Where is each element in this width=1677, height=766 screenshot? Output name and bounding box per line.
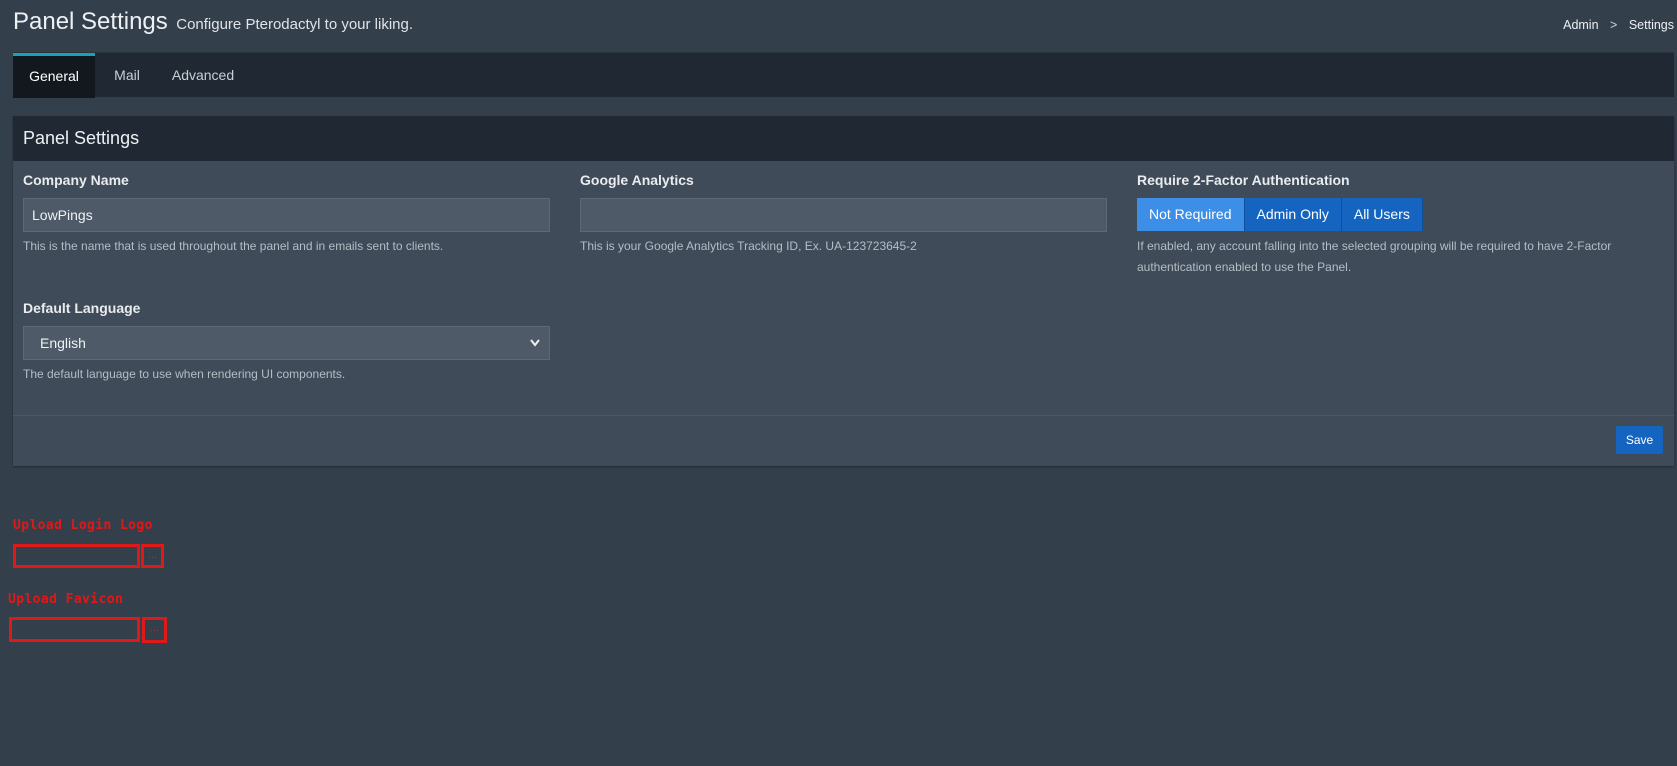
tab-mail[interactable]: Mail xyxy=(105,53,149,98)
page-header: Panel Settings Configure Pterodactyl to … xyxy=(13,8,1677,44)
settings-tabs: General Mail Advanced xyxy=(13,52,1674,98)
page-subtitle: Configure Pterodactyl to your liking. xyxy=(176,16,414,33)
company-name-label: Company Name xyxy=(23,172,129,188)
default-language-value: English xyxy=(40,335,86,351)
page-title: Panel Settings xyxy=(13,8,168,35)
default-language-help: The default language to use when renderi… xyxy=(23,367,346,381)
google-analytics-input[interactable] xyxy=(580,198,1107,232)
two-factor-label: Require 2-Factor Authentication xyxy=(1137,172,1350,188)
two-factor-help-line-1: If enabled, any account falling into the… xyxy=(1137,239,1612,253)
default-language-select[interactable]: English xyxy=(23,326,550,360)
box-title: Panel Settings xyxy=(13,116,1674,161)
save-button[interactable]: Save xyxy=(1616,426,1663,454)
tab-advanced[interactable]: Advanced xyxy=(163,53,243,98)
default-language-label: Default Language xyxy=(23,300,141,316)
upload-favicon-browse-button[interactable]: ... xyxy=(142,617,167,643)
breadcrumb-admin[interactable]: Admin xyxy=(1563,18,1598,32)
breadcrumb-separator: > xyxy=(1610,18,1618,32)
google-analytics-label: Google Analytics xyxy=(580,172,694,188)
two-factor-toggle: Not Required Admin Only All Users xyxy=(1137,198,1423,231)
panel-settings-box: Panel Settings Company Name LowPings Thi… xyxy=(13,116,1674,466)
company-name-input[interactable]: LowPings xyxy=(23,198,550,232)
two-factor-admin-only-button[interactable]: Admin Only xyxy=(1244,198,1342,231)
upload-login-logo-field[interactable] xyxy=(13,544,140,568)
chevron-down-icon xyxy=(529,327,541,371)
upload-login-logo-label: Upload Login Logo xyxy=(13,518,153,533)
two-factor-help-line-2: authentication enabled to use the Panel. xyxy=(1137,260,1352,274)
two-factor-help: If enabled, any account falling into the… xyxy=(1137,236,1611,278)
upload-login-logo-browse-button[interactable]: ... xyxy=(141,544,164,568)
company-name-group: Company Name LowPings This is the name t… xyxy=(23,172,550,253)
two-factor-not-required-button[interactable]: Not Required xyxy=(1137,198,1245,231)
upload-favicon-label: Upload Favicon xyxy=(8,592,124,607)
two-factor-all-users-button[interactable]: All Users xyxy=(1341,198,1423,231)
two-factor-group: Require 2-Factor Authentication Not Requ… xyxy=(1137,172,1667,282)
box-footer: Save xyxy=(13,415,1674,466)
google-analytics-help: This is your Google Analytics Tracking I… xyxy=(580,239,917,253)
default-language-group: Default Language English The default lan… xyxy=(23,300,550,381)
tab-general[interactable]: General xyxy=(13,53,95,98)
google-analytics-group: Google Analytics This is your Google Ana… xyxy=(580,172,1107,253)
breadcrumb: Admin > Settings xyxy=(1563,18,1674,32)
upload-favicon-field[interactable] xyxy=(9,617,140,642)
breadcrumb-current: Settings xyxy=(1628,18,1674,32)
company-name-help: This is the name that is used throughout… xyxy=(23,239,444,253)
